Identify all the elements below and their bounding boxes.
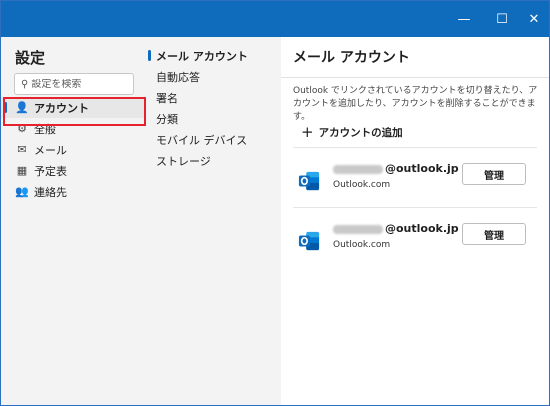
header-divider [281, 77, 549, 78]
nav-item-label: メール [34, 143, 67, 157]
account-row: @outlook.jp Outlook.com 管理 [293, 151, 537, 207]
account-type: Outlook.com [333, 240, 391, 250]
calendar-icon: ▦ [16, 164, 28, 177]
title-bar: — ☐ ✕ [1, 1, 549, 37]
account-row: @outlook.jp Outlook.com 管理 [293, 211, 537, 267]
nav-item-label: 予定表 [34, 164, 67, 178]
subnav-item-mobile-devices[interactable]: モバイル デバイス [146, 129, 281, 150]
maximize-button[interactable]: ☐ [485, 1, 519, 37]
minimize-button[interactable]: — [447, 1, 481, 37]
subnav-list: メール アカウント 自動応答 署名 分類 モバイル デバイス ストレージ [146, 45, 281, 171]
subnav-item-auto-reply[interactable]: 自動応答 [146, 66, 281, 87]
account-email: @outlook.jp [333, 222, 459, 235]
settings-nav-pane: 設定 ⚲ 👤 アカウント ⚙ 全般 ✉ メール ▦ 予定表 👥 [1, 37, 146, 405]
search-icon: ⚲ [21, 78, 29, 90]
close-button[interactable]: ✕ [517, 1, 550, 37]
add-account-button[interactable]: + アカウントの追加 [301, 123, 403, 141]
add-account-label: アカウントの追加 [318, 126, 403, 139]
manage-account-button[interactable]: 管理 [462, 163, 526, 185]
subnav-item-signature[interactable]: 署名 [146, 87, 281, 108]
nav-item-contacts[interactable]: 👥 連絡先 [1, 181, 146, 202]
settings-title: 設定 [15, 49, 46, 67]
subnav-item-storage[interactable]: ストレージ [146, 150, 281, 171]
account-email: @outlook.jp [333, 162, 459, 175]
manage-account-button[interactable]: 管理 [462, 223, 526, 245]
settings-subnav-pane: メール アカウント 自動応答 署名 分類 モバイル デバイス ストレージ [146, 37, 281, 405]
outlook-icon [298, 231, 320, 251]
plus-icon: + [301, 123, 314, 141]
main-content-pane: メール アカウント Outlook でリンクされているアカウントを切り替えたり、… [281, 37, 549, 405]
nav-item-calendar[interactable]: ▦ 予定表 [1, 160, 146, 181]
page-title: メール アカウント [293, 50, 410, 66]
outlook-icon [298, 171, 320, 191]
mail-icon: ✉ [17, 143, 27, 156]
account-divider [293, 207, 537, 208]
red-highlight-annotation [3, 97, 146, 126]
settings-window: — ☐ ✕ 設定 ⚲ 👤 アカウント ⚙ 全般 ✉ メール ▦ 予定表 [0, 0, 550, 406]
people-icon: 👥 [15, 185, 29, 198]
nav-item-label: 連絡先 [34, 185, 67, 199]
subnav-item-mail-accounts[interactable]: メール アカウント [146, 45, 281, 66]
subnav-item-categories[interactable]: 分類 [146, 108, 281, 129]
account-type: Outlook.com [333, 180, 391, 190]
account-divider [293, 147, 537, 148]
redacted-username [333, 164, 383, 174]
page-description: Outlook でリンクされているアカウントを切り替えたり、アカウントを追加した… [293, 86, 538, 122]
redacted-username [333, 224, 383, 234]
settings-search-input[interactable] [31, 78, 127, 90]
settings-search-box[interactable]: ⚲ [14, 73, 134, 95]
nav-item-mail[interactable]: ✉ メール [1, 139, 146, 160]
